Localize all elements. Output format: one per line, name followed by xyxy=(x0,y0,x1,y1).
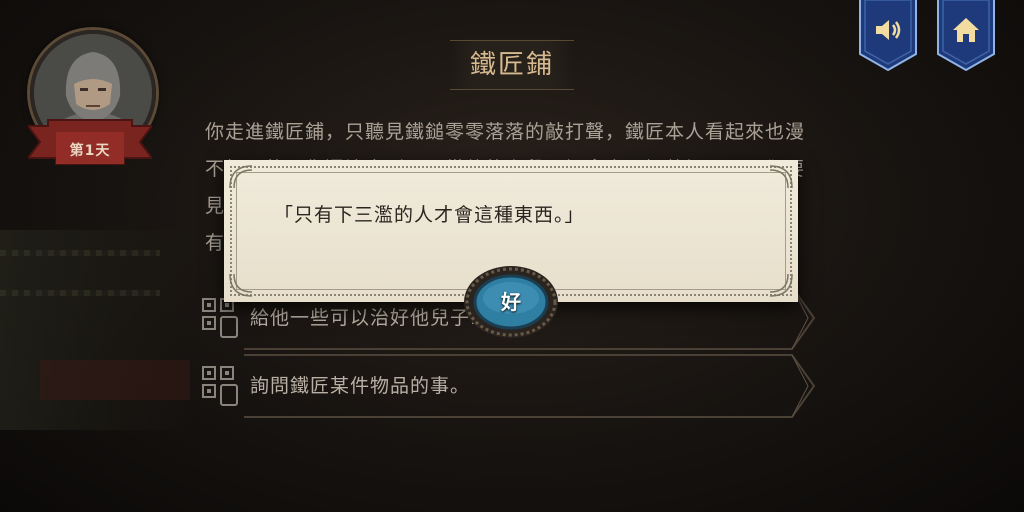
corner-ornament-icon xyxy=(229,273,253,297)
choice-option[interactable]: 詢問鐵匠某件物品的事。 xyxy=(196,354,816,418)
qr-phone-icon xyxy=(202,366,238,406)
choice-label: 詢問鐵匠某件物品的事。 xyxy=(250,375,471,397)
home-button[interactable] xyxy=(936,0,996,72)
background-shade xyxy=(0,230,190,430)
location-title-bar: 鐵匠鋪 xyxy=(450,40,574,90)
corner-ornament-icon xyxy=(769,273,793,297)
day-ribbon: 第1天 xyxy=(28,108,152,165)
speaker-icon xyxy=(876,20,901,40)
home-icon xyxy=(953,18,979,42)
ok-button[interactable]: 好 xyxy=(462,264,560,340)
day-counter: 第1天 xyxy=(69,143,111,159)
qr-phone-icon xyxy=(202,298,238,338)
dialog-message: 「只有下三濫的人才會這種東西。」 xyxy=(274,204,585,226)
corner-ornament-icon xyxy=(229,165,253,189)
ok-button-label: 好 xyxy=(501,290,521,314)
sound-button[interactable] xyxy=(858,0,918,72)
narrative-line: 你走進鐵匠鋪，只聽見鐵鎚零零落落的敲打聲，鐵匠本人看起來也漫 xyxy=(205,121,806,143)
location-title: 鐵匠鋪 xyxy=(469,50,554,80)
background-decor xyxy=(40,360,190,400)
corner-ornament-icon xyxy=(769,165,793,189)
